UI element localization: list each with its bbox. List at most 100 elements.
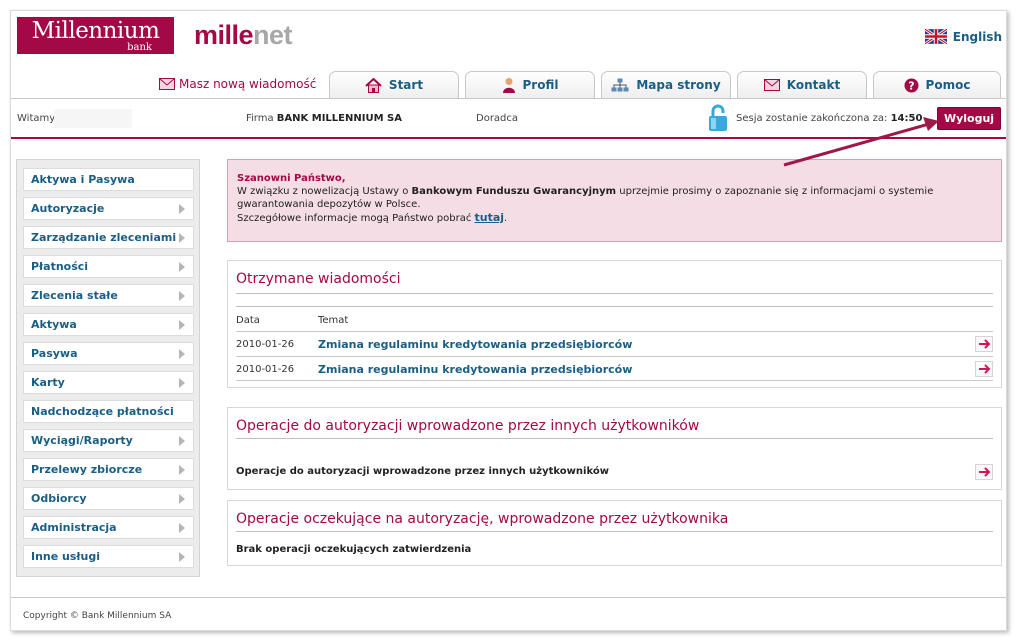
others-authorization-panel: Operacje do autoryzacji wprowadzone prze…: [227, 407, 1002, 490]
sidebar-item-label: Autoryzacje: [31, 202, 105, 215]
footer-divider: [11, 597, 1006, 598]
notice-download: Szczegółowe informacje mogą Państwo pobr…: [237, 211, 992, 225]
session-label: Sesja zostanie zakończona za:: [736, 113, 888, 124]
panel-title: Otrzymane wiadomości: [236, 271, 401, 287]
sidebar-item-label: Inne usługi: [31, 550, 100, 563]
arrow-right-icon: [179, 378, 185, 388]
tab-sitemap[interactable]: Mapa strony: [601, 71, 731, 98]
home-icon: [365, 77, 382, 93]
session-timer: Sesja zostanie zakończona za: 14:50: [736, 113, 922, 124]
column-header-date: Data: [236, 315, 260, 326]
tab-label: Kontakt: [786, 78, 841, 92]
message-subject-link[interactable]: Zmiana regulaminu kredytowania przedsięb…: [318, 338, 632, 351]
envelope-icon: [159, 78, 175, 90]
new-message-label: Masz nową wiadomość: [179, 77, 317, 91]
tab-start[interactable]: Start: [329, 71, 459, 98]
help-icon: ?: [904, 78, 919, 92]
arrow-right-icon: [179, 436, 185, 446]
received-messages-panel: Otrzymane wiadomości Data Temat 2010-01-…: [227, 260, 1002, 388]
sidebar-item-upcoming-payments[interactable]: Nadchodzące płatności: [23, 400, 194, 423]
others-authorization-text: Operacje do autoryzacji wprowadzone prze…: [236, 466, 609, 477]
arrow-right-icon: [179, 291, 185, 301]
session-bar: Witamy Firma BANK MILLENNIUM SA Doradca …: [11, 99, 1006, 139]
sidebar-item-label: Zarządzanie zleceniami: [31, 231, 177, 244]
open-message-button[interactable]: [975, 336, 993, 352]
sidebar-item-recipients[interactable]: Odbiorcy: [23, 487, 194, 510]
sidebar-item-assets[interactable]: Aktywa: [23, 313, 194, 336]
arrow-right-icon: [179, 523, 185, 533]
advisor-text: Doradca: [476, 113, 519, 124]
arrow-right-icon: [179, 494, 185, 504]
open-message-button[interactable]: [975, 361, 993, 377]
sidebar-item-label: Zlecenia stałe: [31, 289, 118, 302]
language-label: English: [952, 29, 1002, 44]
arrow-right-icon: [179, 349, 185, 359]
svg-text:?: ?: [908, 79, 914, 92]
tab-label: Mapa strony: [636, 78, 721, 92]
sidebar-item-label: Aktywa: [31, 318, 77, 331]
sidebar-item-label: Płatności: [31, 260, 89, 273]
sidebar-item-statements-reports[interactable]: Wyciągi/Raporty: [23, 429, 194, 452]
pending-operations-panel: Operacje oczekujące na autoryzację, wpro…: [227, 500, 1002, 566]
arrow-right-icon: [179, 233, 185, 243]
app-frame: Millennium bank millenet English Masz no…: [10, 10, 1007, 631]
notice-title: Szanowni Państwo,: [237, 173, 346, 184]
sidebar-item-label: Odbiorcy: [31, 492, 87, 505]
tab-label: Pomoc: [925, 78, 971, 92]
column-header-subject: Temat: [318, 315, 349, 326]
user-icon: [502, 78, 515, 93]
sidebar-item-label: Karty: [31, 376, 65, 389]
sidebar-item-label: Administracja: [31, 521, 117, 534]
message-date: 2010-01-26: [236, 339, 295, 350]
sidebar-menu: Aktywa i Pasywa Autoryzacje Zarządzanie …: [16, 159, 200, 577]
sidebar-item-cards[interactable]: Karty: [23, 371, 194, 394]
logo-sub-text: bank: [127, 42, 152, 53]
sidebar-item-other-services[interactable]: Inne usługi: [23, 545, 194, 568]
message-subject-link[interactable]: Zmiana regulaminu kredytowania przedsięb…: [318, 363, 632, 376]
session-time: 14:50: [890, 113, 923, 124]
sidebar-item-bulk-transfers[interactable]: Przelewy zbiorcze: [23, 458, 194, 481]
bank-logo[interactable]: Millennium bank: [17, 17, 174, 54]
divider: [236, 306, 993, 307]
new-message-link[interactable]: Masz nową wiadomość: [159, 77, 316, 91]
sidebar-item-label: Nadchodzące płatności: [31, 405, 174, 418]
sidebar-item-administration[interactable]: Administracja: [23, 516, 194, 539]
divider: [236, 380, 993, 381]
arrow-right-icon: [179, 552, 185, 562]
sidebar-item-standing-orders[interactable]: Zlecenia stałe: [23, 284, 194, 307]
notice-bold-text: Bankowym Funduszu Gwarancyjnym: [411, 186, 617, 197]
logout-button[interactable]: Wyloguj: [937, 107, 1001, 130]
arrow-right-icon: [979, 339, 991, 349]
sidebar-item-authorizations[interactable]: Autoryzacje: [23, 197, 194, 220]
sidebar-item-assets-liabilities[interactable]: Aktywa i Pasywa: [23, 168, 194, 191]
sidebar-item-label: Przelewy zbiorcze: [31, 463, 143, 476]
sidebar-item-liabilities[interactable]: Pasywa: [23, 342, 194, 365]
sidebar-item-payments[interactable]: Płatności: [23, 255, 194, 278]
language-switch[interactable]: English: [924, 29, 1002, 44]
notice-text: W związku z nowelizacją Ustawy o: [237, 186, 412, 197]
notice-download-link[interactable]: tutaj: [475, 211, 505, 224]
sidebar-item-label: Aktywa i Pasywa: [31, 173, 135, 186]
bfg-notice: Szanowni Państwo, W związku z nowelizacj…: [227, 159, 1002, 242]
tab-contact[interactable]: Kontakt: [737, 71, 867, 98]
arrow-right-icon: [179, 262, 185, 272]
product-logo-part-a: mille: [194, 20, 254, 50]
arrow-right-icon: [979, 364, 991, 374]
arrow-right-icon: [179, 320, 185, 330]
arrow-right-icon: [179, 204, 185, 214]
uk-flag-icon: [924, 29, 947, 44]
tab-label: Start: [388, 78, 424, 92]
divider: [236, 331, 993, 332]
copyright-text: Copyright © Bank Millennium SA: [23, 611, 172, 621]
product-logo-part-b: net: [253, 20, 293, 50]
logo-main-text: Millennium: [31, 18, 160, 44]
notice-text: Szczegółowe informacje mogą Państwo pobr…: [237, 213, 475, 224]
open-authorizations-button[interactable]: [975, 464, 993, 480]
divider: [236, 356, 993, 357]
panel-title: Operacje do autoryzacji wprowadzone prze…: [236, 418, 700, 434]
sidebar-item-order-management[interactable]: Zarządzanie zleceniami: [23, 226, 194, 249]
tab-help[interactable]: ? Pomoc: [873, 71, 1001, 98]
tab-profile[interactable]: Profil: [465, 71, 595, 98]
divider: [236, 531, 993, 532]
product-logo: millenet: [194, 20, 293, 51]
